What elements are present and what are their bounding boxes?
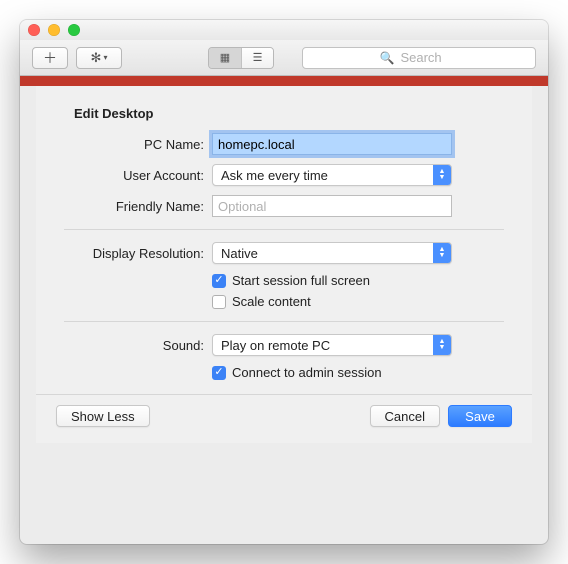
toolbar: ＋ ✻ ▾ ▦ ☰ 🔍 — [20, 40, 548, 76]
friendly-name-label: Friendly Name: — [64, 199, 212, 214]
view-mode-segmented: ▦ ☰ — [208, 47, 274, 69]
user-account-label: User Account: — [64, 168, 212, 183]
app-window: ＋ ✻ ▾ ▦ ☰ 🔍 Edit Desktop PC Name: — [20, 20, 548, 544]
sheet-title: Edit Desktop — [74, 106, 504, 121]
search-input[interactable] — [398, 49, 458, 66]
admin-session-checkbox-label: Connect to admin session — [232, 365, 382, 380]
divider — [64, 229, 504, 230]
display-resolution-label: Display Resolution: — [64, 246, 212, 261]
window-close-button[interactable] — [28, 24, 40, 36]
scale-content-checkbox[interactable] — [212, 295, 226, 309]
titlebar — [20, 20, 548, 40]
window-minimize-button[interactable] — [48, 24, 60, 36]
view-grid-button[interactable]: ▦ — [209, 48, 241, 68]
friendly-name-input[interactable] — [212, 195, 452, 217]
user-account-select[interactable]: Ask me every time ▲▼ — [212, 164, 452, 186]
select-arrows-icon: ▲▼ — [433, 243, 451, 263]
search-field[interactable]: 🔍 — [302, 47, 536, 69]
show-less-button[interactable]: Show Less — [56, 405, 150, 427]
select-arrows-icon: ▲▼ — [433, 335, 451, 355]
add-button[interactable]: ＋ — [32, 47, 68, 69]
sound-select[interactable]: Play on remote PC ▲▼ — [212, 334, 452, 356]
pc-name-input[interactable] — [212, 133, 452, 155]
cancel-button[interactable]: Cancel — [370, 405, 440, 427]
select-arrows-icon: ▲▼ — [433, 165, 451, 185]
list-icon: ☰ — [253, 51, 263, 64]
full-screen-checkbox[interactable]: ✓ — [212, 274, 226, 288]
plus-icon: ＋ — [43, 48, 57, 68]
full-screen-checkbox-label: Start session full screen — [232, 273, 370, 288]
display-resolution-value: Native — [221, 246, 258, 261]
search-icon: 🔍 — [380, 51, 395, 65]
edit-desktop-sheet: Edit Desktop PC Name: User Account: Ask … — [36, 86, 532, 443]
save-button[interactable]: Save — [448, 405, 512, 427]
accent-bar — [20, 76, 548, 86]
window-zoom-button[interactable] — [68, 24, 80, 36]
sound-value: Play on remote PC — [221, 338, 330, 353]
admin-session-checkbox[interactable]: ✓ — [212, 366, 226, 380]
chevron-down-icon: ▾ — [103, 53, 107, 62]
grid-icon: ▦ — [220, 51, 230, 64]
divider — [64, 321, 504, 322]
settings-menu-button[interactable]: ✻ ▾ — [76, 47, 122, 69]
display-resolution-select[interactable]: Native ▲▼ — [212, 242, 452, 264]
gear-icon: ✻ — [91, 50, 102, 66]
pc-name-label: PC Name: — [64, 137, 212, 152]
button-bar: Show Less Cancel Save — [36, 394, 532, 443]
user-account-value: Ask me every time — [221, 168, 328, 183]
view-list-button[interactable]: ☰ — [241, 48, 273, 68]
scale-content-checkbox-label: Scale content — [232, 294, 311, 309]
sound-label: Sound: — [64, 338, 212, 353]
